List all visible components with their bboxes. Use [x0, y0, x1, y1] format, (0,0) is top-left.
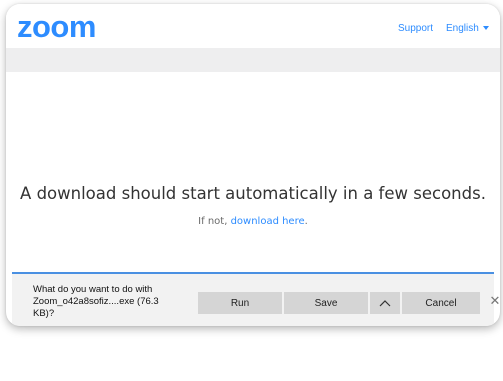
chevron-up-icon: [379, 300, 391, 307]
header-band: [6, 48, 500, 72]
download-notification-bar: What do you want to do with Zoom_o42a8so…: [12, 272, 500, 326]
download-prompt-line3: KB)?: [33, 308, 55, 319]
run-button[interactable]: Run: [198, 292, 282, 314]
download-prompt: What do you want to do with Zoom_o42a8so…: [33, 284, 173, 320]
download-prompt-line2: Zoom_o42a8sofiz....exe (76.3: [33, 296, 159, 307]
save-options-button[interactable]: [370, 292, 400, 314]
language-selector[interactable]: English: [446, 23, 489, 34]
save-button[interactable]: Save: [284, 292, 368, 314]
download-here-link[interactable]: download here: [231, 216, 305, 227]
caret-down-icon: [482, 26, 489, 31]
download-headline: A download should start automatically in…: [20, 184, 486, 203]
download-prompt-line1: What do you want to do with: [33, 284, 153, 295]
subline-suffix: .: [304, 216, 308, 227]
subline-prefix: If not,: [198, 216, 231, 227]
zoom-logo[interactable]: zoom: [17, 10, 96, 44]
close-icon[interactable]: ✕: [488, 294, 500, 308]
language-label: English: [446, 23, 479, 34]
browser-window: zoom Support English A download should s…: [6, 4, 500, 326]
site-header: zoom Support English: [6, 4, 500, 48]
cancel-button[interactable]: Cancel: [402, 292, 480, 314]
download-subline: If not, download here.: [6, 216, 500, 227]
support-link[interactable]: Support: [398, 23, 433, 34]
